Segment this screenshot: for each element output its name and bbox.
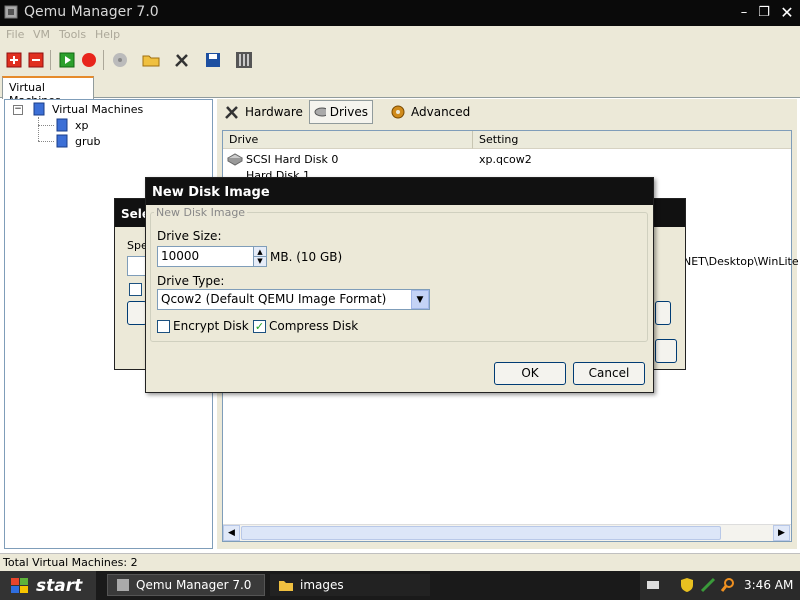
step-up-icon[interactable]: ▲ <box>254 247 266 257</box>
menu-file[interactable]: File <box>6 28 24 41</box>
stop-icon[interactable] <box>79 50 99 70</box>
scrollbar-thumb[interactable] <box>241 526 721 540</box>
compress-disk-checkbox[interactable]: ✓ <box>253 320 266 333</box>
window-title: Qemu Manager 7.0 <box>24 4 159 20</box>
menu-tools[interactable]: Tools <box>59 28 86 41</box>
drive-size-stepper[interactable]: ▲ ▼ <box>253 246 267 267</box>
compress-disk-label[interactable]: Compress Disk <box>269 319 358 333</box>
tools-icon[interactable] <box>172 50 192 70</box>
tab-advanced[interactable]: Advanced <box>385 100 474 124</box>
tree-item-grub[interactable]: grub <box>75 135 100 148</box>
tab-drives-label: Drives <box>329 105 368 119</box>
table-row-drive[interactable]: SCSI Hard Disk 0 <box>246 153 338 166</box>
cancel-button[interactable]: Cancel <box>573 362 645 385</box>
folder-icon <box>279 581 293 591</box>
windows-logo-icon <box>11 577 28 593</box>
scroll-right-button[interactable]: ▶ <box>773 525 790 541</box>
tree-line <box>38 125 54 126</box>
folder-icon[interactable] <box>141 50 161 70</box>
network-icon[interactable] <box>700 577 716 596</box>
tab-drives[interactable]: Drives <box>309 100 373 124</box>
scroll-left-button[interactable]: ◀ <box>223 525 240 541</box>
shield-icon[interactable] <box>680 577 694 596</box>
step-down-icon[interactable]: ▼ <box>254 257 266 266</box>
tree-root-icon <box>32 101 48 120</box>
tree-line <box>38 117 39 141</box>
background-button[interactable] <box>127 301 147 325</box>
taskbar-item-label: Qemu Manager 7.0 <box>136 578 252 592</box>
drive-size-label: Drive Size: <box>157 229 222 243</box>
background-input[interactable] <box>127 256 147 276</box>
tab-hardware[interactable]: Hardware <box>219 100 307 124</box>
table-row-setting: xp.qcow2 <box>479 153 532 166</box>
background-button[interactable] <box>655 339 677 363</box>
settings-icon[interactable] <box>234 50 254 70</box>
menu-bar: File VM Tools Help <box>0 26 800 44</box>
minimize-button[interactable]: – <box>734 3 754 23</box>
system-tray: 3:46 AM <box>640 571 800 600</box>
taskbar-item-images[interactable]: images <box>270 574 430 596</box>
column-header-setting[interactable]: Setting <box>473 131 791 149</box>
tree-line <box>38 141 54 142</box>
tree-item-xp[interactable]: xp <box>75 119 89 132</box>
taskbar-item-label: images <box>300 578 344 592</box>
dialog-title: New Disk Image <box>146 178 653 205</box>
horizontal-scrollbar[interactable]: ◀ ▶ <box>223 524 791 541</box>
clock: 3:46 AM <box>744 578 794 592</box>
start-label: start <box>36 575 83 596</box>
save-icon[interactable] <box>203 50 223 70</box>
encrypt-disk-checkbox[interactable] <box>157 320 170 333</box>
taskbar-item-qemu[interactable]: Qemu Manager 7.0 <box>107 574 265 596</box>
tab-advanced-label: Advanced <box>411 105 471 119</box>
toolbar <box>0 44 800 76</box>
play-icon[interactable] <box>57 50 77 70</box>
keyboard-icon[interactable] <box>646 579 660 594</box>
vm-icon <box>55 133 71 152</box>
app-icon <box>117 579 129 591</box>
drive-type-select[interactable]: Qcow2 (Default QEMU Image Format) <box>157 289 430 310</box>
background-button[interactable] <box>655 301 671 325</box>
title-bar: Qemu Manager 7.0 – ❐ ✕ <box>0 0 800 26</box>
add-vm-icon[interactable] <box>4 50 24 70</box>
ok-button[interactable]: OK <box>494 362 566 385</box>
chevron-down-icon[interactable]: ▼ <box>411 290 429 309</box>
drive-path-partial: NET\Desktop\WinLite <box>683 255 799 268</box>
app-icon <box>3 4 19 20</box>
drive-type-label: Drive Type: <box>157 274 225 288</box>
tab-strip <box>0 76 800 98</box>
toolbar-divider <box>103 50 104 70</box>
hard-disk-icon <box>226 152 244 169</box>
tab-hardware-label: Hardware <box>245 105 303 119</box>
menu-help[interactable]: Help <box>95 28 120 41</box>
new-disk-image-dialog: New Disk Image New Disk Image Drive Size… <box>145 177 654 393</box>
column-header-drive[interactable]: Drive <box>223 131 473 149</box>
gear-icon <box>391 105 405 119</box>
tab-virtual-machines[interactable]: Virtual Machines <box>2 76 94 107</box>
maximize-button[interactable]: ❐ <box>754 3 774 23</box>
hardware-icon <box>225 106 238 119</box>
tree-root-label[interactable]: Virtual Machines <box>52 103 143 116</box>
remove-vm-icon[interactable] <box>26 50 46 70</box>
encrypt-disk-label[interactable]: Encrypt Disk <box>173 319 249 333</box>
background-checkbox[interactable] <box>129 283 142 296</box>
tree-collapse-toggle[interactable]: − <box>13 105 23 115</box>
search-icon[interactable] <box>720 577 736 596</box>
groupbox-title: New Disk Image <box>154 206 248 219</box>
drive-size-input[interactable]: 10000 <box>157 246 257 267</box>
status-bar: Total Virtual Machines: 2 <box>0 553 800 571</box>
drive-size-unit: MB. (10 GB) <box>270 250 343 264</box>
menu-vm[interactable]: VM <box>33 28 50 41</box>
drive-icon <box>314 107 326 117</box>
toolbar-divider <box>50 50 51 70</box>
close-button[interactable]: ✕ <box>777 3 797 23</box>
disc-icon[interactable] <box>110 50 130 70</box>
start-button[interactable]: start <box>0 571 96 600</box>
